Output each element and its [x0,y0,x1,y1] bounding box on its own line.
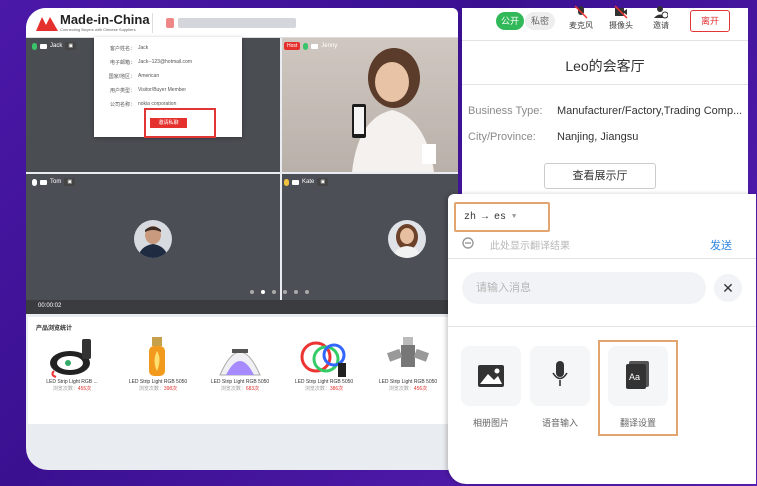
blurred-logo [166,18,174,28]
info-row-email: 电子邮箱： Jack--123@hotmail.com [109,59,192,66]
info-row-country: 国家/地区： American [108,73,160,80]
blurred-company-name [178,18,296,28]
camera-label: 摄像头 [609,21,633,30]
business-type-label: Business Type: [468,105,543,117]
participant-avatar [388,220,426,258]
divider [462,40,748,41]
microphone-icon [284,178,289,186]
logo-text: Made-in-China [60,12,150,27]
product-card[interactable]: LED Strip Light RGB 5050 浏览次数：456次 [368,335,448,392]
call-timer: 00:00:02 [38,303,62,309]
participant-name: Tom [50,179,62,185]
video-tile-tom[interactable]: Tom ▣ [26,174,280,300]
top-bar: Made-in-China Connecting Buyers with Chi… [26,8,458,38]
voice-input-button[interactable] [530,346,590,406]
pagination-dots[interactable] [250,290,309,294]
id-card-icon[interactable]: ▣ [317,178,329,186]
public-toggle[interactable]: 公开 [496,12,524,30]
image-icon [478,365,504,387]
add-user-icon [654,6,668,19]
video-tile-kate[interactable]: Kate ▣ [250,174,458,300]
product-image-uv-lamp [219,349,261,376]
microphone-off-icon [574,5,588,19]
view-showroom-button[interactable]: 查看展示厅 [544,163,656,189]
close-icon[interactable]: ✕ [714,274,742,302]
product-views: 浏览次数：456次 [388,386,428,392]
divider [462,84,748,85]
product-card[interactable]: LED Strip Light RGB 5050 浏览次数：683次 [200,335,280,392]
product-stats-panel: 产品浏览统计 LED Strip Light RGB ... 浏览次数：455次… [28,317,458,424]
tile-label: Tom ▣ [32,178,76,186]
info-row-name: 客户姓名： Jack [109,45,149,52]
participant-name: Kate [302,179,315,185]
product-views: 浏览次数：683次 [220,386,260,392]
invite-button[interactable]: 邀请 [646,5,676,31]
id-card-icon[interactable]: ▣ [65,42,77,50]
info-row-company: 公司名称： nokia corporation [109,101,177,108]
camera-off-icon [614,5,628,19]
send-button[interactable]: 发送 [710,237,732,253]
video-tile-jenny[interactable]: Host Jenny [282,38,458,172]
product-image-led-strip-kit [50,339,91,378]
product-image-rgb-strip [300,341,346,377]
camera-off-icon [292,179,299,185]
invite-private-chat-button[interactable]: 邀请私聊 [150,118,187,128]
photo-album-label: 相册图片 [472,418,509,428]
leave-button[interactable]: 离开 [690,10,730,32]
city-label: City/Province: [468,131,536,143]
id-card-icon[interactable]: ▣ [64,178,76,186]
room-title: Leo的会客厅 [565,58,645,74]
product-image-flame-bulb [149,337,165,376]
voice-input-label: 语音输入 [541,418,578,428]
camera-icon [311,43,319,49]
host-badge: Host [284,42,301,50]
divider [152,13,153,33]
product-views: 浏览次数：455次 [52,386,92,392]
city-value: Nanjing, Jiangsu [557,131,639,143]
product-card[interactable]: LED Strip Light RGB 5050 浏览次数：398次 [118,335,198,392]
tile-label: Jack ▣ [32,42,77,50]
tile-label: Kate ▣ [284,178,329,186]
private-toggle[interactable]: 私密 [525,12,555,30]
microphone-muted-icon [32,178,37,186]
host-video-person [352,48,436,172]
product-image-deformable-lamp [386,337,430,367]
product-card[interactable]: LED Strip Light RGB ... 浏览次数：455次 [32,335,112,392]
product-card[interactable]: LED Strip Light RGB 5050 浏览次数：386次 [284,335,364,392]
microphone-label: 麦克风 [569,21,593,30]
camera-off-icon [40,179,47,185]
invite-label: 邀请 [653,21,669,30]
highlight-box [454,202,550,232]
highlight-box [598,340,678,436]
translate-result-icon [462,237,474,249]
translation-result-placeholder: 此处显示翻译结果 [490,241,570,252]
microphone-icon [32,42,37,50]
camera-button[interactable]: 摄像头 [606,5,636,31]
message-input[interactable]: 请输入消息 [462,272,706,304]
made-in-china-logo-icon [36,17,58,31]
info-row-user-type: 用户类型： Visitor/Buyer Member [109,87,186,94]
microphone-icon [303,42,309,50]
product-views: 浏览次数：386次 [304,386,344,392]
divider [448,258,756,259]
product-stats-title: 产品浏览统计 [36,326,73,332]
logo-subtitle: Connecting Buyers with Chinese Suppliers [60,27,136,32]
camera-icon [40,43,47,49]
participant-name: Jack [50,43,63,49]
microphone-icon [552,361,568,386]
photo-album-button[interactable] [461,346,521,406]
divider [448,326,756,327]
timer-bar: 00:00:02 [26,300,458,314]
product-views: 浏览次数：398次 [138,386,178,392]
business-type-value: Manufacturer/Factory,Trading Comp... [557,105,743,117]
participant-avatar [134,220,172,258]
microphone-button[interactable]: 麦克风 [566,5,596,31]
